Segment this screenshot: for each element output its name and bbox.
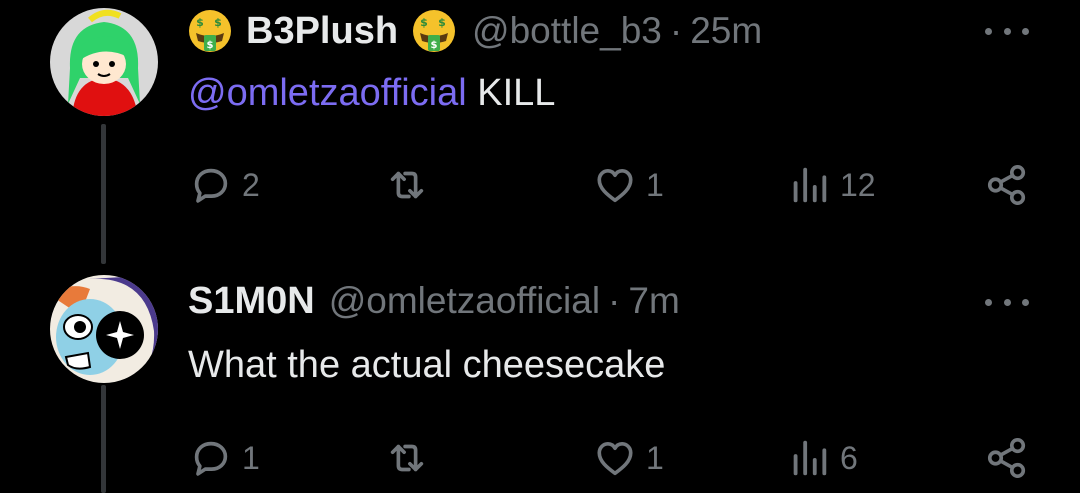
like-button[interactable]: 1 bbox=[592, 433, 664, 483]
action-bar: 1 1 6 bbox=[188, 433, 1048, 483]
reply-count: 1 bbox=[242, 439, 260, 476]
share-icon bbox=[987, 437, 1026, 479]
timestamp[interactable]: 25m bbox=[690, 10, 762, 52]
tweet-text: @omletzaofficial KILL bbox=[188, 72, 555, 115]
action-bar: 2 1 12 bbox=[188, 160, 1048, 210]
reply-icon bbox=[194, 441, 228, 476]
share-icon bbox=[987, 164, 1026, 206]
separator-dot: · bbox=[608, 280, 621, 321]
user-handle[interactable]: @omletzaofficial bbox=[329, 280, 600, 322]
svg-text:$: $ bbox=[431, 40, 438, 51]
thread-line bbox=[101, 124, 106, 264]
display-name[interactable]: S1M0N bbox=[188, 280, 315, 323]
reply-icon bbox=[194, 168, 228, 203]
user-handle[interactable]: @bottle_b3 bbox=[472, 10, 662, 52]
money-mouth-face-icon: $ $ $ bbox=[412, 9, 456, 53]
like-count: 1 bbox=[646, 166, 664, 203]
tweet-header: $ $ $ B3Plush $ $ $ @bottle_b3 · 25m bbox=[188, 8, 762, 54]
avatar[interactable] bbox=[50, 275, 158, 383]
like-count: 1 bbox=[646, 439, 664, 476]
views-icon bbox=[793, 167, 827, 203]
more-icon[interactable] bbox=[985, 21, 1029, 41]
reply-count: 2 bbox=[242, 166, 260, 203]
tweet-text: What the actual cheesecake bbox=[188, 344, 666, 386]
svg-text:$: $ bbox=[196, 16, 204, 29]
repost-button[interactable] bbox=[384, 433, 438, 483]
separator-dot: · bbox=[669, 10, 683, 51]
thread-line bbox=[101, 385, 106, 493]
repost-button[interactable] bbox=[384, 160, 438, 210]
share-button[interactable] bbox=[984, 433, 1030, 483]
svg-text:$: $ bbox=[207, 40, 214, 51]
tweet-body: KILL bbox=[477, 72, 556, 114]
like-button[interactable]: 1 bbox=[592, 160, 664, 210]
views-icon bbox=[793, 440, 827, 476]
reply-button[interactable]: 1 bbox=[188, 433, 260, 483]
views-button[interactable]: 6 bbox=[786, 433, 858, 483]
repost-icon bbox=[390, 444, 424, 472]
tweet-header: S1M0N @omletzaofficial · 7m bbox=[188, 278, 680, 324]
money-mouth-face-icon: $ $ $ bbox=[188, 9, 232, 53]
svg-text:$: $ bbox=[420, 16, 428, 29]
repost-icon bbox=[390, 171, 424, 199]
view-count: 6 bbox=[840, 439, 858, 476]
mention-link[interactable]: @omletzaofficial bbox=[188, 72, 467, 114]
avatar[interactable] bbox=[50, 8, 158, 116]
like-icon bbox=[597, 441, 633, 476]
display-name[interactable]: B3Plush bbox=[246, 10, 398, 53]
reply-button[interactable]: 2 bbox=[188, 160, 260, 210]
svg-text:$: $ bbox=[214, 16, 222, 29]
share-button[interactable] bbox=[984, 160, 1030, 210]
timestamp[interactable]: 7m bbox=[628, 280, 679, 322]
views-button[interactable]: 12 bbox=[786, 160, 876, 210]
like-icon bbox=[597, 168, 633, 203]
svg-text:$: $ bbox=[438, 16, 446, 29]
more-icon[interactable] bbox=[985, 292, 1029, 312]
view-count: 12 bbox=[840, 166, 876, 203]
